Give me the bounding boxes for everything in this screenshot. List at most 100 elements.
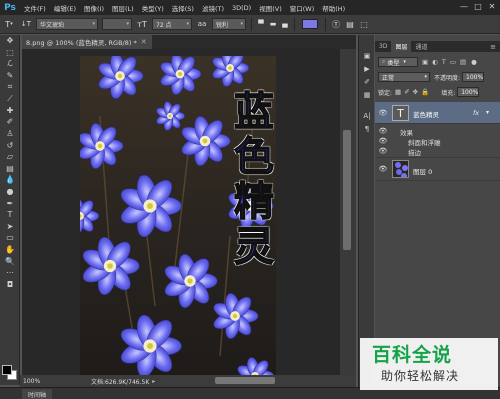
align-center-icon[interactable]: ▬: [267, 18, 279, 31]
layer-name[interactable]: 蓝色精灵: [413, 109, 439, 119]
timeline-tab[interactable]: 时间轴: [22, 389, 53, 399]
status-menu-arrow-icon[interactable]: ▸: [152, 378, 155, 385]
lasso-tool-icon[interactable]: ℒ: [0, 58, 20, 70]
menu-select[interactable]: 选择(S): [168, 3, 198, 13]
tab-3d[interactable]: 3D: [375, 41, 391, 52]
divider: [325, 17, 326, 31]
align-bottom-icon[interactable]: ▄: [279, 18, 291, 31]
hand-tool-icon[interactable]: ✋: [0, 244, 20, 256]
menu-3d[interactable]: 3D(D): [228, 4, 255, 12]
filter-pixel-icon[interactable]: ▣: [422, 58, 428, 66]
stroke-visibility-eye-icon[interactable]: 👁: [377, 146, 389, 156]
layer-filter-row: ⌕ 类型 ▾ ▣ ◐ T ▭ ▤ ●: [375, 56, 500, 68]
lock-pixels-icon[interactable]: ✐: [404, 88, 409, 96]
fill-input[interactable]: 100%: [457, 87, 480, 97]
history-panel-icon[interactable]: ▣: [359, 49, 375, 62]
bevel-visibility-eye-icon[interactable]: 👁: [377, 136, 389, 146]
quick-mask-icon[interactable]: ◘: [0, 278, 20, 290]
type-tool-icon[interactable]: T: [0, 209, 20, 221]
menu-help[interactable]: 帮助(H): [318, 3, 349, 13]
lock-transparent-icon[interactable]: ▦: [395, 88, 401, 96]
menu-image[interactable]: 图像(I): [80, 3, 108, 13]
opacity-input[interactable]: 100%: [462, 72, 485, 82]
align-top-icon[interactable]: ▀: [255, 18, 267, 31]
crop-tool-icon[interactable]: ⌗: [0, 81, 20, 93]
healing-brush-icon[interactable]: ✚: [0, 105, 20, 117]
blend-mode-select[interactable]: 正常 ▾: [378, 72, 430, 82]
minimize-button[interactable]: —: [458, 1, 470, 12]
brush-tool-icon[interactable]: ✐: [0, 116, 20, 128]
clone-stamp-icon[interactable]: ♙: [0, 128, 20, 140]
filter-shape-icon[interactable]: ▭: [450, 58, 456, 66]
layer-filter-select[interactable]: ⌕ 类型 ▾: [378, 57, 418, 67]
effect-stroke[interactable]: 描边: [408, 147, 421, 157]
tab-channels[interactable]: 通道: [411, 41, 431, 52]
path-select-tool-icon[interactable]: ➤: [0, 221, 20, 233]
antialias-select[interactable]: 锐利 ▾: [212, 18, 246, 30]
eraser-tool-icon[interactable]: ▱: [0, 151, 20, 163]
warp-text-icon[interactable]: Ⓣ: [329, 18, 343, 31]
collapse-effects-icon[interactable]: ▾: [486, 109, 489, 116]
menu-window[interactable]: 窗口(W): [286, 3, 319, 13]
quick-select-tool-icon[interactable]: ✎: [0, 70, 20, 82]
gradient-tool-icon[interactable]: ▤: [0, 163, 20, 175]
character-panel-icon[interactable]: A|: [359, 109, 375, 122]
document-tab[interactable]: 8.png @ 100% (蓝色精灵, RGB/8) * ✕: [22, 35, 152, 49]
pen-tool-icon[interactable]: ✒: [0, 197, 20, 209]
maximize-button[interactable]: □: [472, 1, 484, 12]
eyedropper-tool-icon[interactable]: ⟋: [0, 93, 20, 105]
menu-filter[interactable]: 滤镜(T): [198, 3, 228, 13]
menu-type[interactable]: 类型(Y): [138, 3, 168, 13]
visibility-eye-icon[interactable]: 👁: [377, 164, 389, 174]
tab-layers[interactable]: 图层: [391, 41, 412, 52]
menu-file[interactable]: 文件(F): [20, 3, 50, 13]
3d-icon[interactable]: ⬚: [357, 18, 371, 31]
history-brush-icon[interactable]: ↺: [0, 139, 20, 151]
filter-smart-icon[interactable]: ▤: [460, 58, 466, 66]
vertical-scrollbar-thumb[interactable]: [343, 130, 351, 250]
move-tool-icon[interactable]: ✥: [0, 35, 20, 47]
fx-badge-icon[interactable]: fx: [473, 109, 479, 117]
swatches-panel-icon[interactable]: ▦: [359, 88, 375, 101]
font-family-select[interactable]: 华文琥珀 ▾: [36, 18, 98, 30]
horizontal-scrollbar-thumb[interactable]: [215, 377, 275, 384]
close-button[interactable]: ✕: [486, 1, 498, 12]
image-layer-thumbnail: [392, 160, 409, 178]
text-orientation-icon[interactable]: ↓T: [18, 18, 34, 31]
paragraph-panel-icon[interactable]: ¶: [359, 122, 375, 135]
canvas-vertical-text[interactable]: 蓝 色 精 灵: [228, 89, 280, 270]
filter-toggle-icon[interactable]: ●: [471, 58, 477, 66]
font-style-select[interactable]: ▾: [102, 18, 132, 30]
layers-panel-tabs: 3D 图层 通道 ≡: [375, 41, 500, 52]
filter-type-icon[interactable]: T: [442, 58, 446, 66]
menu-layer[interactable]: 图层(L): [108, 3, 138, 13]
watermark-subtitle: 助你轻松解决: [381, 369, 460, 383]
brush-panel-icon[interactable]: ✐: [359, 75, 375, 88]
zoom-tool-icon[interactable]: 🔍: [0, 255, 20, 267]
shape-tool-icon[interactable]: ▭: [0, 232, 20, 244]
lock-position-icon[interactable]: ✥: [413, 88, 418, 96]
canvas-text-char: 色: [233, 134, 274, 180]
dodge-tool-icon[interactable]: ●: [0, 186, 20, 198]
layer-name[interactable]: 图层 0: [413, 166, 432, 176]
more-tools-icon[interactable]: ⋯: [0, 267, 20, 279]
panel-menu-icon[interactable]: ≡: [486, 41, 500, 52]
effects-visibility-eye-icon[interactable]: 👁: [377, 126, 389, 136]
blur-tool-icon[interactable]: 💧: [0, 174, 20, 186]
document-info[interactable]: 文档:626.9K/746.5K: [91, 377, 149, 386]
type-tool-preset-icon[interactable]: T ▾: [0, 18, 18, 31]
font-size-select[interactable]: 72 点 ▾: [152, 18, 192, 30]
marquee-tool-icon[interactable]: ⬚: [0, 47, 20, 59]
zoom-level[interactable]: 100%: [23, 378, 51, 385]
effect-bevel-emboss[interactable]: 斜面和浮雕: [408, 137, 441, 147]
lock-all-icon[interactable]: 🔒: [421, 88, 429, 96]
actions-panel-icon[interactable]: ▶: [359, 62, 375, 75]
filter-adjustment-icon[interactable]: ◐: [432, 58, 438, 66]
visibility-eye-icon[interactable]: 👁: [377, 108, 389, 118]
menu-view[interactable]: 视图(V): [255, 3, 286, 13]
close-icon[interactable]: ✕: [141, 38, 147, 46]
menu-edit[interactable]: 编辑(E): [50, 3, 80, 13]
character-panel-icon[interactable]: ▤: [343, 18, 357, 31]
foreground-color-swatch[interactable]: [2, 365, 12, 375]
text-color-swatch[interactable]: [302, 19, 318, 29]
